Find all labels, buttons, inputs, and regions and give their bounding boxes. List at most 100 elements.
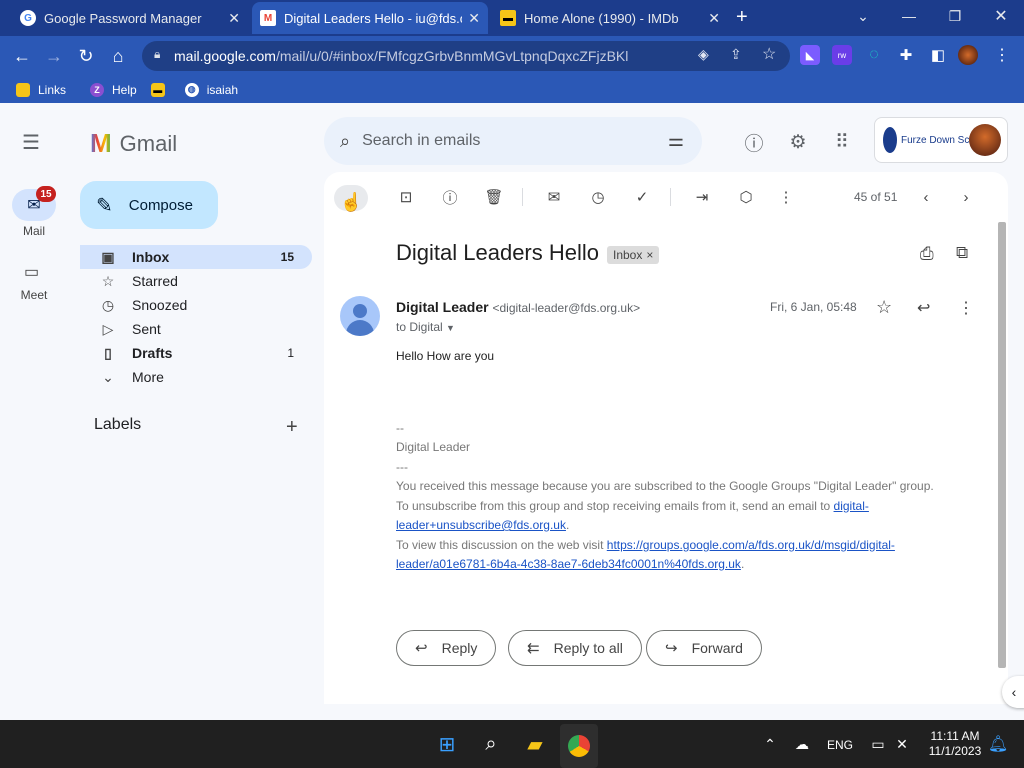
chrome-taskbar-icon[interactable] bbox=[560, 724, 598, 768]
pagination-count: 45 of 51 bbox=[854, 190, 898, 204]
extension-rw-icon[interactable]: rw bbox=[832, 45, 852, 65]
settings-gear-icon[interactable]: ⚙ bbox=[786, 130, 810, 154]
extension-purple-icon[interactable]: ◣ bbox=[800, 45, 820, 65]
folder-inbox[interactable]: ▣ Inbox 15 bbox=[80, 245, 312, 269]
language-indicator[interactable]: ENG bbox=[827, 738, 853, 752]
delete-icon[interactable]: 🗑︎ bbox=[483, 186, 505, 208]
label-icon[interactable]: ⬡ bbox=[735, 186, 757, 208]
folder-snoozed[interactable]: ◷ Snoozed bbox=[80, 293, 312, 317]
back-icon[interactable]: ← bbox=[10, 44, 34, 68]
meet-rail-label[interactable]: Meet bbox=[0, 288, 68, 302]
add-label-icon[interactable]: + bbox=[286, 416, 298, 439]
remove-label-icon[interactable]: × bbox=[646, 248, 653, 262]
account-avatar[interactable] bbox=[969, 124, 1001, 156]
compose-button[interactable]: ✎ Compose bbox=[80, 181, 218, 229]
star-icon: ☆ bbox=[101, 272, 115, 289]
bookmark-isaiah[interactable]: ◍ isaiah bbox=[184, 82, 238, 97]
move-to-icon[interactable]: ⇥ bbox=[691, 186, 713, 208]
apps-grid-icon[interactable]: ⠿ bbox=[830, 130, 854, 154]
tab-google-password-manager[interactable]: G Google Password Manager ✕ bbox=[12, 2, 248, 34]
extensions-puzzle-icon[interactable]: ✚ bbox=[896, 45, 916, 65]
email-scrollbar[interactable] bbox=[998, 222, 1006, 668]
search-input[interactable]: ⌕ Search in emails ⚌ bbox=[324, 117, 702, 165]
group-footer-text: You received this message because you ar… bbox=[396, 479, 934, 493]
home-icon[interactable]: ⌂ bbox=[106, 44, 130, 68]
close-tab-icon[interactable]: ✕ bbox=[708, 10, 720, 27]
reply-icon[interactable]: ↩ bbox=[917, 298, 930, 318]
new-tab-button[interactable]: + bbox=[736, 6, 748, 29]
tray-chevron-up-icon[interactable]: ⌃ bbox=[756, 730, 784, 758]
tab-search-icon[interactable]: ⌄ bbox=[840, 0, 886, 32]
inbox-label-chip[interactable]: Inbox × bbox=[607, 246, 660, 264]
forward-button[interactable]: ↪ Forward bbox=[646, 630, 762, 666]
minimize-icon[interactable]: — bbox=[886, 0, 932, 32]
close-tab-icon[interactable]: ✕ bbox=[228, 10, 240, 27]
account-switcher[interactable]: Furze Down School bbox=[874, 117, 1008, 163]
tab-digital-leaders-hello[interactable]: M Digital Leaders Hello - iu@fds.o ✕ bbox=[252, 2, 488, 34]
toolbar-divider bbox=[522, 188, 523, 206]
bookmark-links[interactable]: Links bbox=[16, 82, 66, 97]
bookmark-star-icon[interactable]: ☆ bbox=[762, 44, 776, 64]
restore-icon[interactable]: ❐ bbox=[932, 0, 978, 32]
older-chevron-right-icon[interactable]: › bbox=[955, 186, 977, 208]
newer-chevron-left-icon[interactable]: ‹ bbox=[915, 186, 937, 208]
forward-icon[interactable]: → bbox=[42, 44, 66, 68]
side-panel-icon[interactable]: ◧ bbox=[928, 45, 948, 65]
extension-circle-icon[interactable]: ◌ bbox=[864, 45, 884, 65]
tab-home-alone-imdb[interactable]: ▬ Home Alone (1990) - IMDb ✕ bbox=[492, 2, 728, 34]
print-icon[interactable]: ⎙ bbox=[920, 244, 934, 264]
more-options-icon[interactable]: ⋮ bbox=[775, 186, 797, 208]
search-options-icon[interactable]: ⚌ bbox=[668, 130, 684, 151]
reload-icon[interactable]: ↻ bbox=[74, 44, 98, 68]
taskbar-clock[interactable]: 11:11 AM 11/1/2023 bbox=[920, 729, 990, 759]
onedrive-cloud-icon[interactable]: ☁ bbox=[788, 730, 816, 758]
close-window-icon[interactable]: ✕ bbox=[978, 0, 1024, 32]
mark-unread-icon[interactable]: ✉ bbox=[543, 186, 565, 208]
email-date: Fri, 6 Jan, 05:48 bbox=[770, 300, 857, 314]
google-icon: G bbox=[20, 10, 36, 26]
caret-down-icon[interactable]: ▼ bbox=[446, 323, 455, 333]
folder-count: 15 bbox=[280, 250, 294, 264]
star-message-icon[interactable]: ☆ bbox=[876, 297, 892, 318]
inbox-icon: ▣ bbox=[101, 248, 115, 265]
gmail-icon: M bbox=[260, 10, 276, 26]
archive-icon[interactable]: ⊡ bbox=[395, 186, 417, 208]
help-icon[interactable]: ⓘ bbox=[742, 130, 766, 155]
start-windows-icon[interactable]: ⊞ bbox=[433, 730, 461, 758]
taskbar-search-icon[interactable]: ⌕ bbox=[477, 730, 505, 758]
main-menu-icon[interactable]: ☰ bbox=[22, 130, 40, 155]
reply-arrow-icon: ↩ bbox=[415, 640, 428, 657]
folder-more[interactable]: ⌄ More bbox=[80, 365, 312, 389]
report-spam-icon[interactable]: ⓘ bbox=[439, 186, 461, 208]
sender-name[interactable]: Digital Leader bbox=[396, 299, 489, 315]
email-greeting: Hello How are you bbox=[396, 349, 495, 363]
open-new-window-icon[interactable]: ⧉ bbox=[956, 243, 968, 263]
recipient-line[interactable]: to Digital ▼ bbox=[396, 320, 455, 334]
gmail-logo[interactable]: M Gmail bbox=[90, 128, 177, 159]
reply-all-button[interactable]: ⇇ Reply to all bbox=[508, 630, 642, 666]
add-task-icon[interactable]: ✓ bbox=[631, 186, 653, 208]
gmail-m-icon: M bbox=[90, 128, 112, 158]
bookmark-imdb[interactable]: ▬ bbox=[150, 82, 173, 97]
meet-icon[interactable]: ▭ bbox=[24, 262, 39, 282]
share-icon[interactable]: ⇪ bbox=[730, 46, 742, 63]
folder-starred[interactable]: ☆ Starred bbox=[80, 269, 312, 293]
close-tab-icon[interactable]: ✕ bbox=[468, 10, 480, 27]
url-path: /mail/u/0/#inbox/FMfcgzGrbvBnmMGvLtpnqDq… bbox=[275, 48, 629, 64]
browser-menu-icon[interactable]: ⋮ bbox=[992, 45, 1012, 65]
bookmark-help[interactable]: Z Help bbox=[90, 82, 137, 97]
folder-count: 1 bbox=[287, 346, 294, 360]
profile-avatar[interactable] bbox=[958, 45, 978, 65]
message-more-icon[interactable]: ⋮ bbox=[958, 298, 974, 318]
folder-drafts[interactable]: ▯ Drafts 1 bbox=[80, 341, 312, 365]
install-app-icon[interactable]: ◈ bbox=[698, 46, 709, 63]
folder-sent[interactable]: ▷ Sent bbox=[80, 317, 312, 341]
file-explorer-icon[interactable]: ▰ bbox=[521, 730, 549, 758]
snooze-icon[interactable]: ◷ bbox=[587, 186, 609, 208]
notification-bell-icon[interactable]: 🔔︎ bbox=[984, 730, 1012, 758]
signature-dash: -- bbox=[396, 420, 404, 435]
mail-rail-label: Mail bbox=[22, 224, 45, 238]
address-bar[interactable]: 🔒︎ mail.google.com/mail/u/0/#inbox/FMfcg… bbox=[142, 41, 790, 71]
volume-muted-icon[interactable]: ✕ bbox=[888, 730, 916, 758]
reply-button[interactable]: ↩ Reply bbox=[396, 630, 497, 666]
